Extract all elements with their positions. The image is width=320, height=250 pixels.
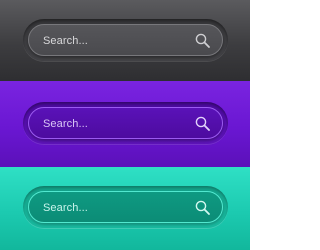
- teal-panel: Search...: [0, 167, 250, 250]
- gray-panel: Search...: [0, 0, 250, 81]
- search-input-purple[interactable]: Search...: [28, 107, 223, 139]
- search-icon[interactable]: [194, 199, 212, 217]
- search-bar-frame: Search...: [23, 19, 228, 61]
- search-placeholder: Search...: [43, 118, 88, 130]
- purple-panel: Search...: [0, 81, 250, 167]
- search-bar-frame: Search...: [23, 186, 228, 228]
- search-input-gray[interactable]: Search...: [28, 24, 223, 56]
- search-icon[interactable]: [194, 115, 212, 133]
- search-placeholder: Search...: [43, 35, 88, 47]
- search-input-teal[interactable]: Search...: [28, 191, 223, 223]
- search-icon[interactable]: [194, 32, 212, 50]
- search-bar-frame: Search...: [23, 102, 228, 144]
- search-placeholder: Search...: [43, 202, 88, 214]
